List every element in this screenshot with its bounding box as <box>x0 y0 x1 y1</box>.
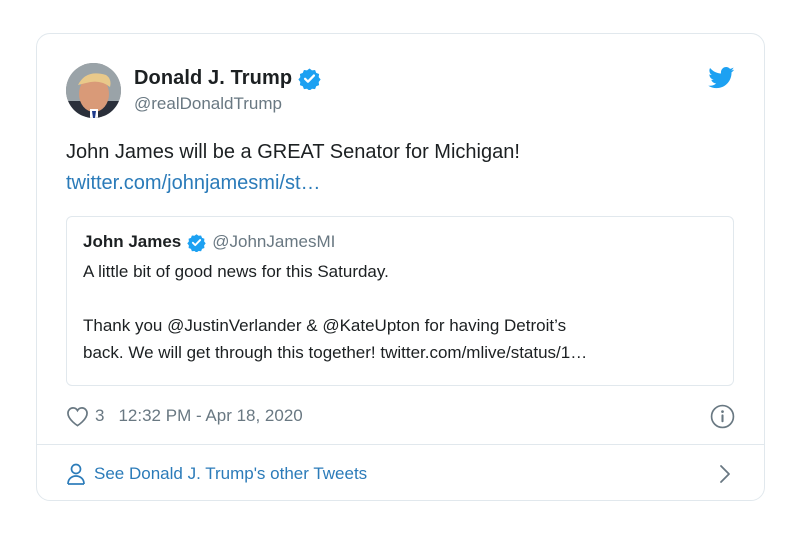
timestamp[interactable]: 12:32 PM - Apr 18, 2020 <box>118 406 302 426</box>
tweet-body: John James will be a GREAT Senator for M… <box>66 137 735 199</box>
verified-badge-icon <box>298 67 321 91</box>
other-tweets-label[interactable]: See Donald J. Trump's other Tweets <box>94 464 367 484</box>
like-count[interactable]: 3 <box>95 406 104 426</box>
chevron-right-icon <box>719 464 731 484</box>
tweet-meta: 3 12:32 PM - Apr 18, 2020 <box>66 402 735 430</box>
avatar[interactable] <box>66 63 121 118</box>
quoted-tweet-text: A little bit of good news for this Satur… <box>83 258 717 366</box>
author-block: Donald J. Trump @realDonaldTrump <box>134 67 321 114</box>
embedded-tweet-card: Donald J. Trump @realDonaldTrump John Ja… <box>36 33 765 501</box>
info-icon[interactable] <box>710 404 735 429</box>
tweet-header: Donald J. Trump @realDonaldTrump <box>66 63 735 119</box>
author-handle[interactable]: @realDonaldTrump <box>134 94 321 114</box>
quoted-author-name: John James <box>83 232 182 251</box>
tweet-text: John James will be a GREAT Senator for M… <box>66 141 520 163</box>
quoted-line-3: back. We will get through this together!… <box>83 343 588 362</box>
twitter-bird-icon[interactable] <box>708 67 735 89</box>
quoted-tweet-header: John James @JohnJamesMI <box>83 232 717 253</box>
heart-icon[interactable] <box>66 406 89 427</box>
tweet-link[interactable]: twitter.com/johnjamesmi/st… <box>66 168 321 199</box>
quoted-author-handle: @JohnJamesMI <box>212 232 336 251</box>
other-tweets-link[interactable]: See Donald J. Trump's other Tweets <box>66 459 735 489</box>
author-name[interactable]: Donald J. Trump <box>134 67 292 90</box>
person-icon <box>66 463 86 485</box>
quoted-tweet[interactable]: John James @JohnJamesMI A little bit of … <box>66 216 734 386</box>
verified-badge-icon <box>187 233 206 253</box>
quoted-line-1: A little bit of good news for this Satur… <box>83 262 389 281</box>
divider <box>37 444 764 445</box>
quoted-line-2: Thank you @JustinVerlander & @KateUpton … <box>83 316 567 335</box>
author-name-row: Donald J. Trump <box>134 67 321 91</box>
